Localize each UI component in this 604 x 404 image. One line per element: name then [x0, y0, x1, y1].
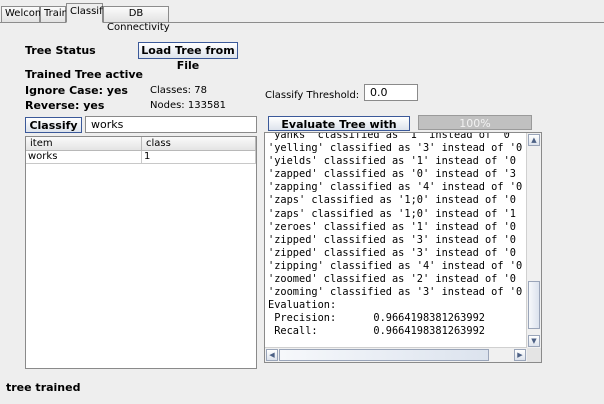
- status-bar-message: tree trained: [6, 381, 81, 394]
- classify-button[interactable]: Classify: [25, 117, 82, 133]
- tab-classify[interactable]: Classify: [66, 3, 108, 23]
- evaluation-log[interactable]: 'yanks' classified as '1' instead of '0 '…: [264, 132, 542, 363]
- nodes-count: Nodes: 133581: [150, 100, 227, 111]
- log-line: 'zapping' classified as '4' instead of '…: [268, 181, 523, 194]
- threshold-input[interactable]: 0.0: [364, 84, 418, 101]
- tab-welcome[interactable]: Welcome: [1, 6, 51, 22]
- horizontal-scroll-thumb[interactable]: [279, 349, 489, 361]
- log-line: 'zoomed' classified as '2' instead of '0: [268, 273, 516, 286]
- tab-train[interactable]: Train: [40, 6, 68, 22]
- column-header-item[interactable]: item: [26, 137, 142, 151]
- horizontal-scrollbar[interactable]: ◀ ▶: [265, 347, 527, 362]
- progress-bar: 100%: [418, 115, 532, 130]
- chevron-down-icon[interactable]: ▼: [528, 335, 540, 347]
- evaluate-tree-button[interactable]: Evaluate Tree with File: [268, 116, 410, 146]
- column-header-class[interactable]: class: [142, 137, 256, 151]
- chevron-right-icon[interactable]: ▶: [514, 349, 526, 361]
- table-cell-item[interactable]: works: [26, 151, 142, 164]
- load-tree-button[interactable]: Load Tree from File: [138, 42, 238, 72]
- threshold-label: Classify Threshold:: [265, 90, 360, 101]
- tree-status-heading: Tree Status: [25, 44, 96, 57]
- log-line: Evaluation:: [268, 299, 337, 312]
- log-text: 'yanks' classified as '1' instead of '0 '…: [268, 132, 526, 354]
- log-line: Recall: 0.9664198381263992: [268, 325, 485, 338]
- tab-bar: Welcome Train Classify DB Connectivity: [0, 0, 604, 33]
- log-line: 'zaps' classified as '1;0' instead of '1: [268, 207, 516, 220]
- log-line: 'zipped' classified as '3' instead of '0: [268, 246, 516, 259]
- reverse-status: Reverse: yes: [25, 99, 105, 112]
- scroll-corner: [527, 348, 541, 362]
- log-line: 'zipping' classified as '4' instead of '…: [268, 259, 523, 272]
- vertical-scrollbar[interactable]: ▲ ▼: [526, 133, 541, 348]
- progress-label: 100%: [459, 117, 491, 130]
- classify-input[interactable]: works: [85, 116, 257, 133]
- classes-count: Classes: 78: [150, 85, 207, 96]
- tab-db-connectivity[interactable]: DB Connectivity: [103, 6, 170, 33]
- log-line: 'zeroes' classified as '1' instead of '0: [268, 220, 516, 233]
- results-table: item class works 1: [25, 136, 257, 369]
- chevron-up-icon[interactable]: ▲: [528, 134, 540, 146]
- log-line: 'zaps' classified as '1;0' instead of '0: [268, 194, 516, 207]
- log-line: 'zooming' classified as '3' instead of '…: [268, 286, 523, 299]
- chevron-left-icon[interactable]: ◀: [266, 349, 278, 361]
- log-line: 'zipped' classified as '3' instead of '0: [268, 233, 516, 246]
- vertical-scroll-thumb[interactable]: [528, 281, 540, 329]
- log-line: 'yields' classified as '1' instead of '0: [268, 155, 516, 168]
- log-line: Precision: 0.9664198381263992: [268, 312, 485, 325]
- log-line: 'yanks' classified as '1' instead of '0: [268, 132, 510, 141]
- trained-status: Trained Tree active: [25, 68, 143, 81]
- ignore-case-status: Ignore Case: yes: [25, 84, 128, 97]
- log-line: 'zapped' classified as '0' instead of '3: [268, 168, 516, 181]
- log-line: 'yelling' classified as '3' instead of '…: [268, 142, 523, 155]
- table-cell-class[interactable]: 1: [142, 151, 256, 164]
